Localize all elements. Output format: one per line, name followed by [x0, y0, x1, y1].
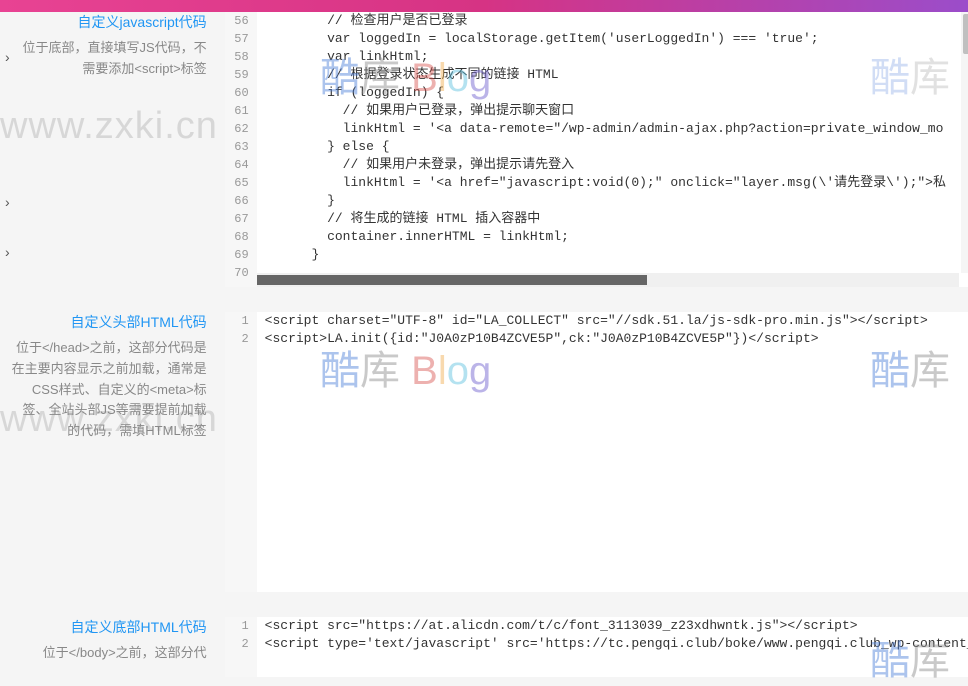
section-desc: 位于</head>之前，这部分代码是在主要内容显示之前加载，通常是CSS样式、自… [10, 338, 207, 442]
line-gutter: 565758596061626364656667686970 [225, 12, 257, 287]
code-editor-foot[interactable]: 12 <script src="https://at.alicdn.com/t/… [225, 617, 968, 677]
section-custom-foot-html: 自定义底部HTML代码 位于</body>之前，这部分代 12 <script … [10, 617, 968, 677]
section-title: 自定义底部HTML代码 [10, 617, 207, 637]
line-gutter: 12 [225, 312, 257, 592]
scrollbar-vertical[interactable] [961, 12, 968, 273]
label-column: 自定义底部HTML代码 位于</body>之前，这部分代 [10, 617, 225, 677]
scrollbar-horizontal[interactable] [257, 273, 959, 287]
line-gutter: 12 [225, 617, 257, 677]
section-custom-head-html: 自定义头部HTML代码 位于</head>之前，这部分代码是在主要内容显示之前加… [10, 312, 968, 592]
section-desc: 位于</body>之前，这部分代 [10, 643, 207, 664]
code-content[interactable]: <script charset="UTF-8" id="LA_COLLECT" … [257, 312, 968, 592]
section-desc: 位于底部，直接填写JS代码，不需要添加<script>标签 [10, 38, 207, 80]
section-title: 自定义头部HTML代码 [10, 312, 207, 332]
sidebar: › › › [0, 12, 10, 677]
code-content[interactable]: <script src="https://at.alicdn.com/t/c/f… [257, 617, 968, 677]
code-editor-js[interactable]: 565758596061626364656667686970 // 检查用户是否… [225, 12, 968, 287]
section-title: 自定义javascript代码 [10, 12, 207, 32]
main-content: 自定义javascript代码 位于底部，直接填写JS代码，不需要添加<scri… [10, 12, 968, 677]
scrollbar-thumb[interactable] [257, 275, 647, 285]
section-custom-js: 自定义javascript代码 位于底部，直接填写JS代码，不需要添加<scri… [10, 12, 968, 287]
label-column: 自定义javascript代码 位于底部，直接填写JS代码，不需要添加<scri… [10, 12, 225, 287]
top-gradient-bar [0, 0, 968, 12]
scrollbar-thumb[interactable] [963, 14, 968, 54]
label-column: 自定义头部HTML代码 位于</head>之前，这部分代码是在主要内容显示之前加… [10, 312, 225, 592]
sidebar-toggle-3[interactable]: › [0, 227, 10, 277]
sidebar-toggle-2[interactable]: › [0, 177, 10, 227]
sidebar-toggle-1[interactable]: › [0, 32, 10, 82]
code-editor-head[interactable]: 12 <script charset="UTF-8" id="LA_COLLEC… [225, 312, 968, 592]
code-content[interactable]: // 检查用户是否已登录 var loggedIn = localStorage… [257, 12, 968, 287]
